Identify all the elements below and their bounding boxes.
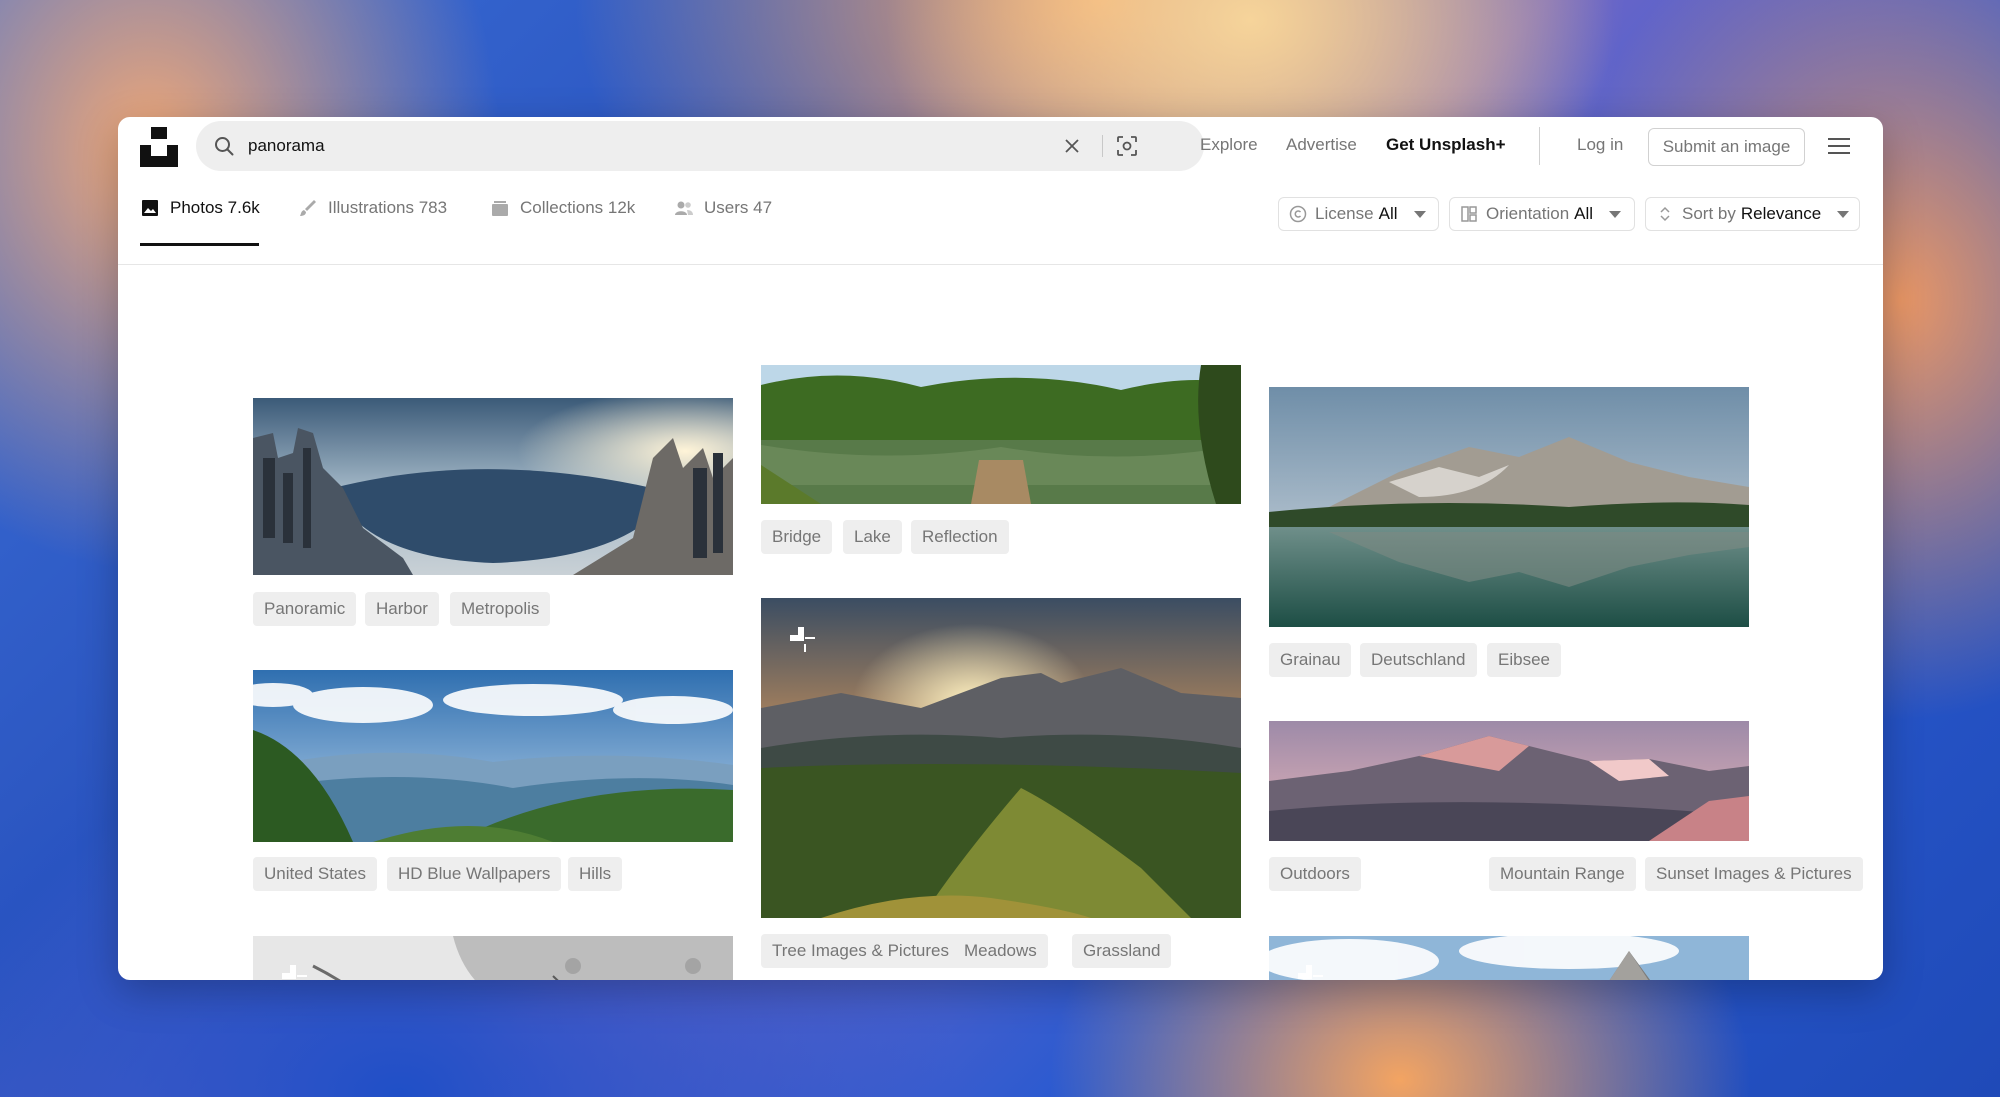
header-divider [1539,127,1540,165]
tag-chip[interactable]: Meadows [953,934,1048,968]
tag-chip[interactable]: Reflection [911,520,1009,554]
unsplash-logo-icon[interactable] [140,127,178,167]
active-tab-indicator [140,243,259,246]
sort-icon [1660,206,1670,222]
sort-filter[interactable]: Sort by Relevance [1645,197,1860,231]
photo-grid: Panoramic Harbor Metropolis United State… [118,248,1883,980]
photo-image [253,398,733,575]
unsplash-plus-icon [790,627,815,652]
browser-window: Explore Advertise Get Unsplash+ Log in S… [118,117,1883,980]
tab-collections[interactable]: Collections 12k [490,198,635,246]
tag-chip[interactable]: Harbor [365,592,439,626]
tag-chip[interactable]: United States [253,857,378,891]
chevron-down-icon [1837,210,1850,218]
tab-label: Photos 7.6k [170,198,260,217]
photo-hongkong-panorama[interactable] [253,398,733,575]
photo-image [761,365,1241,504]
photo-image [1269,721,1749,841]
hamburger-menu-icon[interactable] [1828,137,1850,155]
photo-sunset-ridge[interactable] [761,598,1241,918]
photo-image [1269,936,1749,980]
orientation-value: All [1574,204,1594,223]
advertise-link[interactable]: Advertise [1286,135,1357,155]
tab-label: Illustrations 783 [328,198,448,217]
tag-chip[interactable]: Sunset Images & Pictures [1645,857,1863,891]
sort-label: Sort by [1682,204,1736,223]
photo-lake-bridge[interactable] [761,365,1241,504]
license-filter[interactable]: License All [1278,197,1439,231]
get-unsplash-plus-link[interactable]: Get Unsplash+ [1386,135,1506,155]
explore-link[interactable]: Explore [1200,135,1258,155]
sort-value: Relevance [1740,204,1822,223]
license-value: All [1378,204,1398,223]
photo-image [761,598,1241,918]
photo-image [1269,387,1749,627]
orientation-icon [1461,206,1477,222]
tab-illustrations[interactable]: Illustrations 783 [298,198,447,246]
tag-chip[interactable]: Grassland [1072,934,1172,968]
photo-image [253,936,733,980]
unsplash-plus-icon [1298,965,1323,979]
license-icon [1289,205,1307,223]
tag-chip[interactable]: Mountain Range [1489,857,1636,891]
brush-icon [300,200,316,216]
clear-search-icon[interactable] [1062,136,1082,156]
chevron-down-icon [1413,210,1426,218]
top-navbar: Explore Advertise Get Unsplash+ Log in S… [118,117,1883,177]
tag-chip[interactable]: Eibsee [1487,643,1561,677]
search-input[interactable] [248,133,1048,159]
visual-search-icon[interactable] [1116,135,1138,157]
search-icon[interactable] [214,136,234,156]
tag-chip[interactable]: Lake [843,520,902,554]
tag-chip[interactable]: Deutschland [1360,643,1477,677]
tag-chip[interactable]: Metropolis [450,592,551,626]
orientation-label: Orientation [1486,204,1570,223]
tab-users[interactable]: Users 47 [674,198,772,246]
photo-snowy-forest[interactable] [253,936,733,980]
unsplash-plus-icon [282,965,307,979]
tag-chip[interactable]: Hills [568,857,623,891]
license-label: License [1315,204,1374,223]
search-divider [1102,135,1103,157]
chevron-down-icon [1609,210,1622,218]
orientation-filter[interactable]: Orientation All [1449,197,1635,231]
tag-chip[interactable]: Tree Images & Pictures [761,934,960,968]
search-bar[interactable] [196,121,1204,171]
tag-chip[interactable]: Panoramic [253,592,357,626]
tab-label: Collections 12k [520,198,636,217]
tag-chip[interactable]: Outdoors [1269,857,1361,891]
collections-icon [492,201,508,216]
login-link[interactable]: Log in [1577,135,1623,155]
tag-chip[interactable]: HD Blue Wallpapers [387,857,562,891]
photo-eibsee[interactable] [1269,387,1749,627]
tab-label: Users 47 [704,198,773,217]
tab-photos[interactable]: Photos 7.6k [140,198,260,246]
photo-image [253,670,733,842]
photo-rocky-peaks[interactable] [1269,936,1749,980]
submit-image-button[interactable]: Submit an image [1648,128,1805,166]
photo-mountain-range[interactable] [1269,721,1749,841]
tag-chip[interactable]: Bridge [761,520,833,554]
photo-icon [142,200,158,216]
tag-chip[interactable]: Grainau [1269,643,1352,677]
photo-blue-hills[interactable] [253,670,733,842]
users-icon [675,201,693,215]
